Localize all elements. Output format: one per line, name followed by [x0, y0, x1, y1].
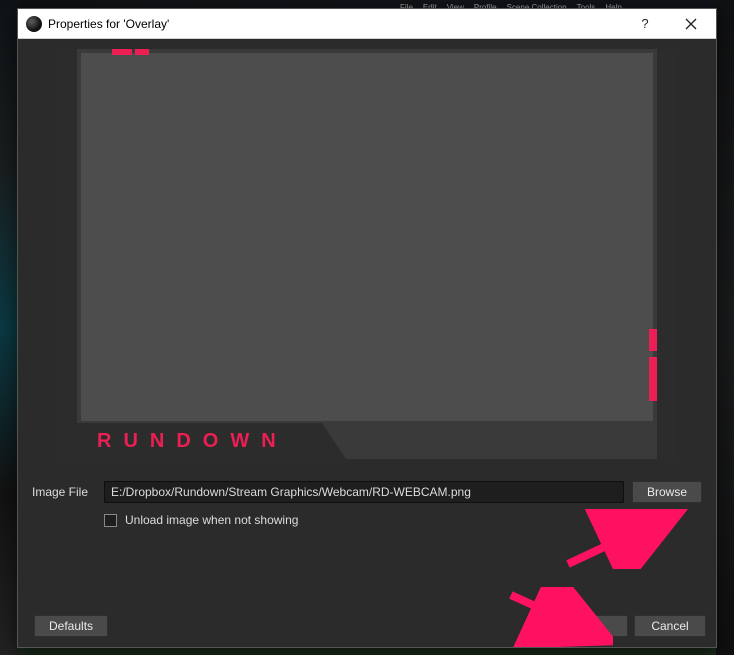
browse-button[interactable]: Browse: [632, 481, 702, 503]
window-title: Properties for 'Overlay': [48, 17, 169, 31]
properties-dialog: Properties for 'Overlay' ? RUNDOWN Ima: [17, 8, 717, 648]
defaults-button[interactable]: Defaults: [34, 615, 108, 637]
close-button[interactable]: [668, 9, 714, 39]
cancel-button[interactable]: Cancel: [634, 615, 706, 637]
help-button[interactable]: ?: [622, 9, 668, 39]
unload-checkbox-label: Unload image when not showing: [125, 513, 298, 527]
image-file-label: Image File: [32, 485, 96, 499]
source-preview: RUNDOWN: [28, 49, 706, 469]
app-icon: [26, 16, 42, 32]
overlay-brand-text: RUNDOWN: [97, 430, 288, 453]
unload-checkbox[interactable]: [104, 514, 117, 527]
image-file-input[interactable]: [104, 481, 624, 503]
ok-button[interactable]: OK: [556, 615, 628, 637]
titlebar[interactable]: Properties for 'Overlay' ?: [18, 9, 716, 39]
